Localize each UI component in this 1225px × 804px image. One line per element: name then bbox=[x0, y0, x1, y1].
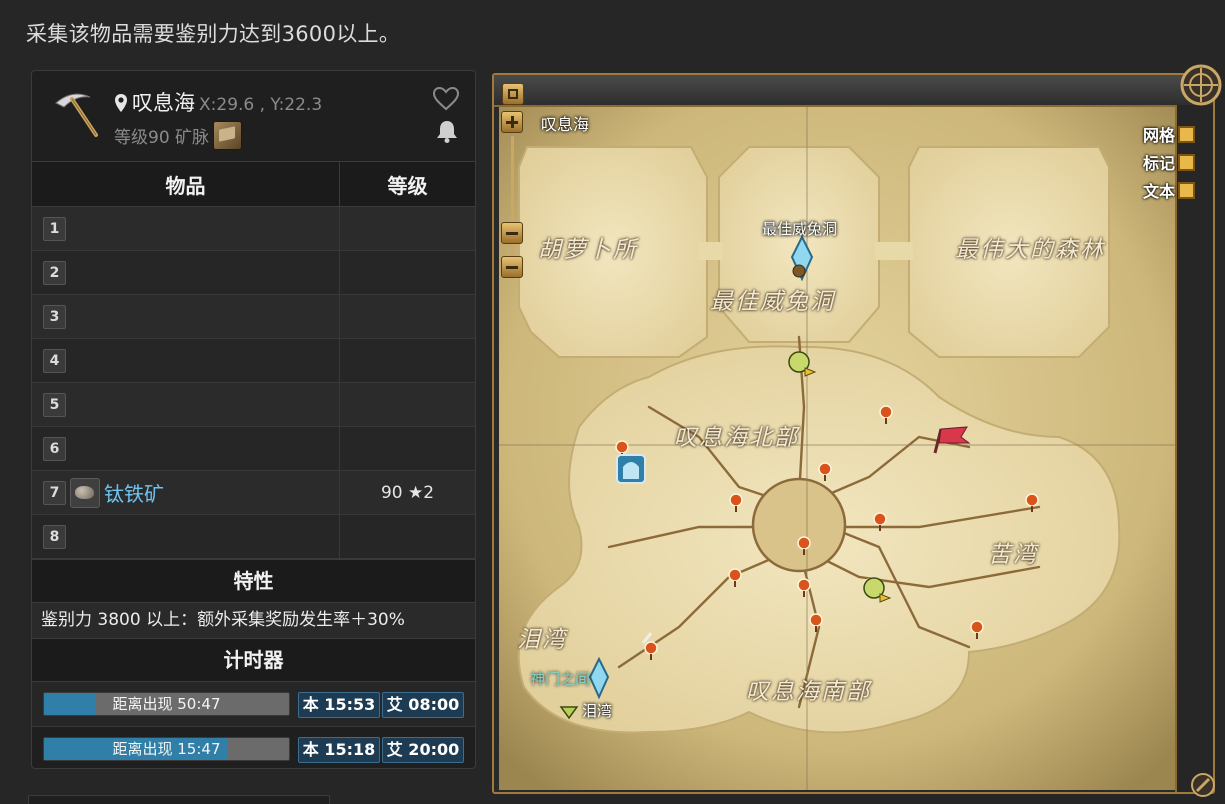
table-row: 4 bbox=[32, 338, 475, 383]
slot-number: 8 bbox=[43, 524, 66, 549]
map-side-rail bbox=[1175, 105, 1213, 792]
grid-checkbox[interactable] bbox=[1178, 126, 1195, 143]
node-coordinates: X:29.6 , Y:22.3 bbox=[199, 95, 323, 115]
map-zone-label: 叹息海 bbox=[541, 115, 590, 134]
text-toggle-label: 文本 bbox=[1142, 182, 1175, 201]
table-row[interactable]: 7 钛铁矿 90 ★2 bbox=[32, 470, 475, 515]
slot-number: 5 bbox=[43, 392, 66, 417]
slot-number: 1 bbox=[43, 216, 66, 241]
local-time-badge: 本 15:18 bbox=[298, 737, 380, 763]
timers-heading: 计时器 bbox=[32, 638, 475, 682]
item-level bbox=[339, 514, 475, 559]
marker-toggle[interactable]: 标记 bbox=[1143, 150, 1195, 174]
table-row: 1 bbox=[32, 206, 475, 251]
timer-countdown: 距离出现 50:47 bbox=[112, 695, 221, 713]
requirement-notice: 采集该物品需要鉴别力达到3600以上。 bbox=[26, 22, 401, 46]
item-level bbox=[339, 250, 475, 295]
zone-name: 叹息海 bbox=[132, 91, 195, 115]
marker-toggle-label: 标记 bbox=[1142, 154, 1175, 173]
gathering-node-panel: 叹息海 X:29.6 , Y:22.3 等级90 矿脉 物品 等级 1 2 3 … bbox=[31, 70, 476, 769]
map-aetheryte-burrow: 最佳威兔洞 bbox=[762, 220, 838, 238]
map-place-carrot: 胡萝卜所 bbox=[538, 237, 638, 263]
bell-icon[interactable] bbox=[436, 119, 458, 143]
central-crater bbox=[751, 477, 847, 573]
item-level bbox=[339, 206, 475, 251]
zoom-slider-handle[interactable] bbox=[501, 222, 523, 244]
table-row: 3 bbox=[32, 294, 475, 339]
zoom-slider-track[interactable] bbox=[511, 136, 514, 266]
item-level bbox=[339, 382, 475, 427]
heart-icon[interactable] bbox=[433, 87, 459, 111]
zoom-out-button[interactable] bbox=[501, 256, 523, 278]
node-level: 等级90 矿脉 bbox=[114, 121, 243, 150]
grid-toggle[interactable]: 网格 bbox=[1143, 122, 1195, 146]
book-icon bbox=[213, 121, 243, 150]
zoom-in-button[interactable] bbox=[501, 111, 523, 133]
map-label-tear-bay: 泪湾 bbox=[582, 702, 613, 720]
gate-icon[interactable] bbox=[616, 454, 646, 484]
slot-number: 2 bbox=[43, 260, 66, 285]
map-aetheryte-gate: 神门之间 bbox=[530, 670, 591, 688]
location-line[interactable]: 叹息海 X:29.6 , Y:22.3 bbox=[114, 87, 322, 117]
compass-icon[interactable] bbox=[1180, 64, 1222, 106]
local-time-badge: 本 15:53 bbox=[298, 692, 380, 718]
map-place-bitter-bay: 苦湾 bbox=[988, 542, 1038, 568]
trait-text: 鉴别力 3800 以上：额外采集奖励发生率＋30% bbox=[32, 603, 475, 638]
item-level: 90 ★2 bbox=[339, 470, 475, 515]
map-title-bar[interactable] bbox=[494, 75, 1213, 107]
pickaxe-icon bbox=[55, 93, 98, 137]
map-toggle-button[interactable] bbox=[502, 83, 524, 105]
eorzea-time-badge: 艾 08:00 bbox=[382, 692, 464, 718]
map-place-south: 叹息海南部 bbox=[746, 679, 871, 705]
timer-progress-bar: 距离出现 15:47 bbox=[43, 737, 290, 761]
map-place-burrow: 最佳威兔洞 bbox=[710, 289, 835, 315]
table-row: 5 bbox=[32, 382, 475, 427]
marker-checkbox[interactable] bbox=[1178, 154, 1195, 171]
map-place-north: 叹息海北部 bbox=[674, 425, 799, 451]
item-level bbox=[339, 338, 475, 383]
table-row: 8 bbox=[32, 514, 475, 559]
node-level-text: 等级90 矿脉 bbox=[114, 128, 210, 148]
slot-number: 4 bbox=[43, 348, 66, 373]
resize-handle-icon[interactable] bbox=[1190, 772, 1216, 798]
map-pin-icon bbox=[115, 94, 127, 112]
timer-row: 距离出现 15:47 本 15:18 艾 20:00 bbox=[32, 727, 475, 768]
map-place-tear-bay: 泪湾 bbox=[517, 627, 567, 653]
eorzea-time-badge: 艾 20:00 bbox=[382, 737, 464, 763]
item-level bbox=[339, 426, 475, 471]
table-row: 2 bbox=[32, 250, 475, 295]
node-header: 叹息海 X:29.6 , Y:22.3 等级90 矿脉 bbox=[32, 71, 475, 162]
map-place-forest: 最伟大的森林 bbox=[955, 237, 1105, 263]
text-checkbox[interactable] bbox=[1178, 182, 1195, 199]
ore-icon[interactable] bbox=[70, 477, 100, 508]
slot-number: 7 bbox=[43, 480, 66, 505]
item-name-link[interactable]: 钛铁矿 bbox=[104, 482, 164, 506]
item-column-header: 物品 bbox=[32, 162, 340, 207]
table-row: 6 bbox=[32, 426, 475, 471]
items-table: 物品 等级 1 2 3 4 5 6 7 钛铁矿 90 ★2 8 bbox=[32, 162, 475, 559]
traits-heading: 特性 bbox=[32, 559, 475, 603]
text-toggle[interactable]: 文本 bbox=[1143, 178, 1195, 202]
slot-number: 6 bbox=[43, 436, 66, 461]
grid-toggle-label: 网格 bbox=[1142, 126, 1175, 145]
timer-progress-bar: 距离出现 50:47 bbox=[43, 692, 290, 716]
timer-row: 距离出现 50:47 本 15:53 艾 08:00 bbox=[32, 682, 475, 727]
timer-countdown: 距离出现 15:47 bbox=[112, 740, 221, 758]
level-column-header: 等级 bbox=[339, 162, 475, 207]
item-level bbox=[339, 294, 475, 339]
slot-number: 3 bbox=[43, 304, 66, 329]
